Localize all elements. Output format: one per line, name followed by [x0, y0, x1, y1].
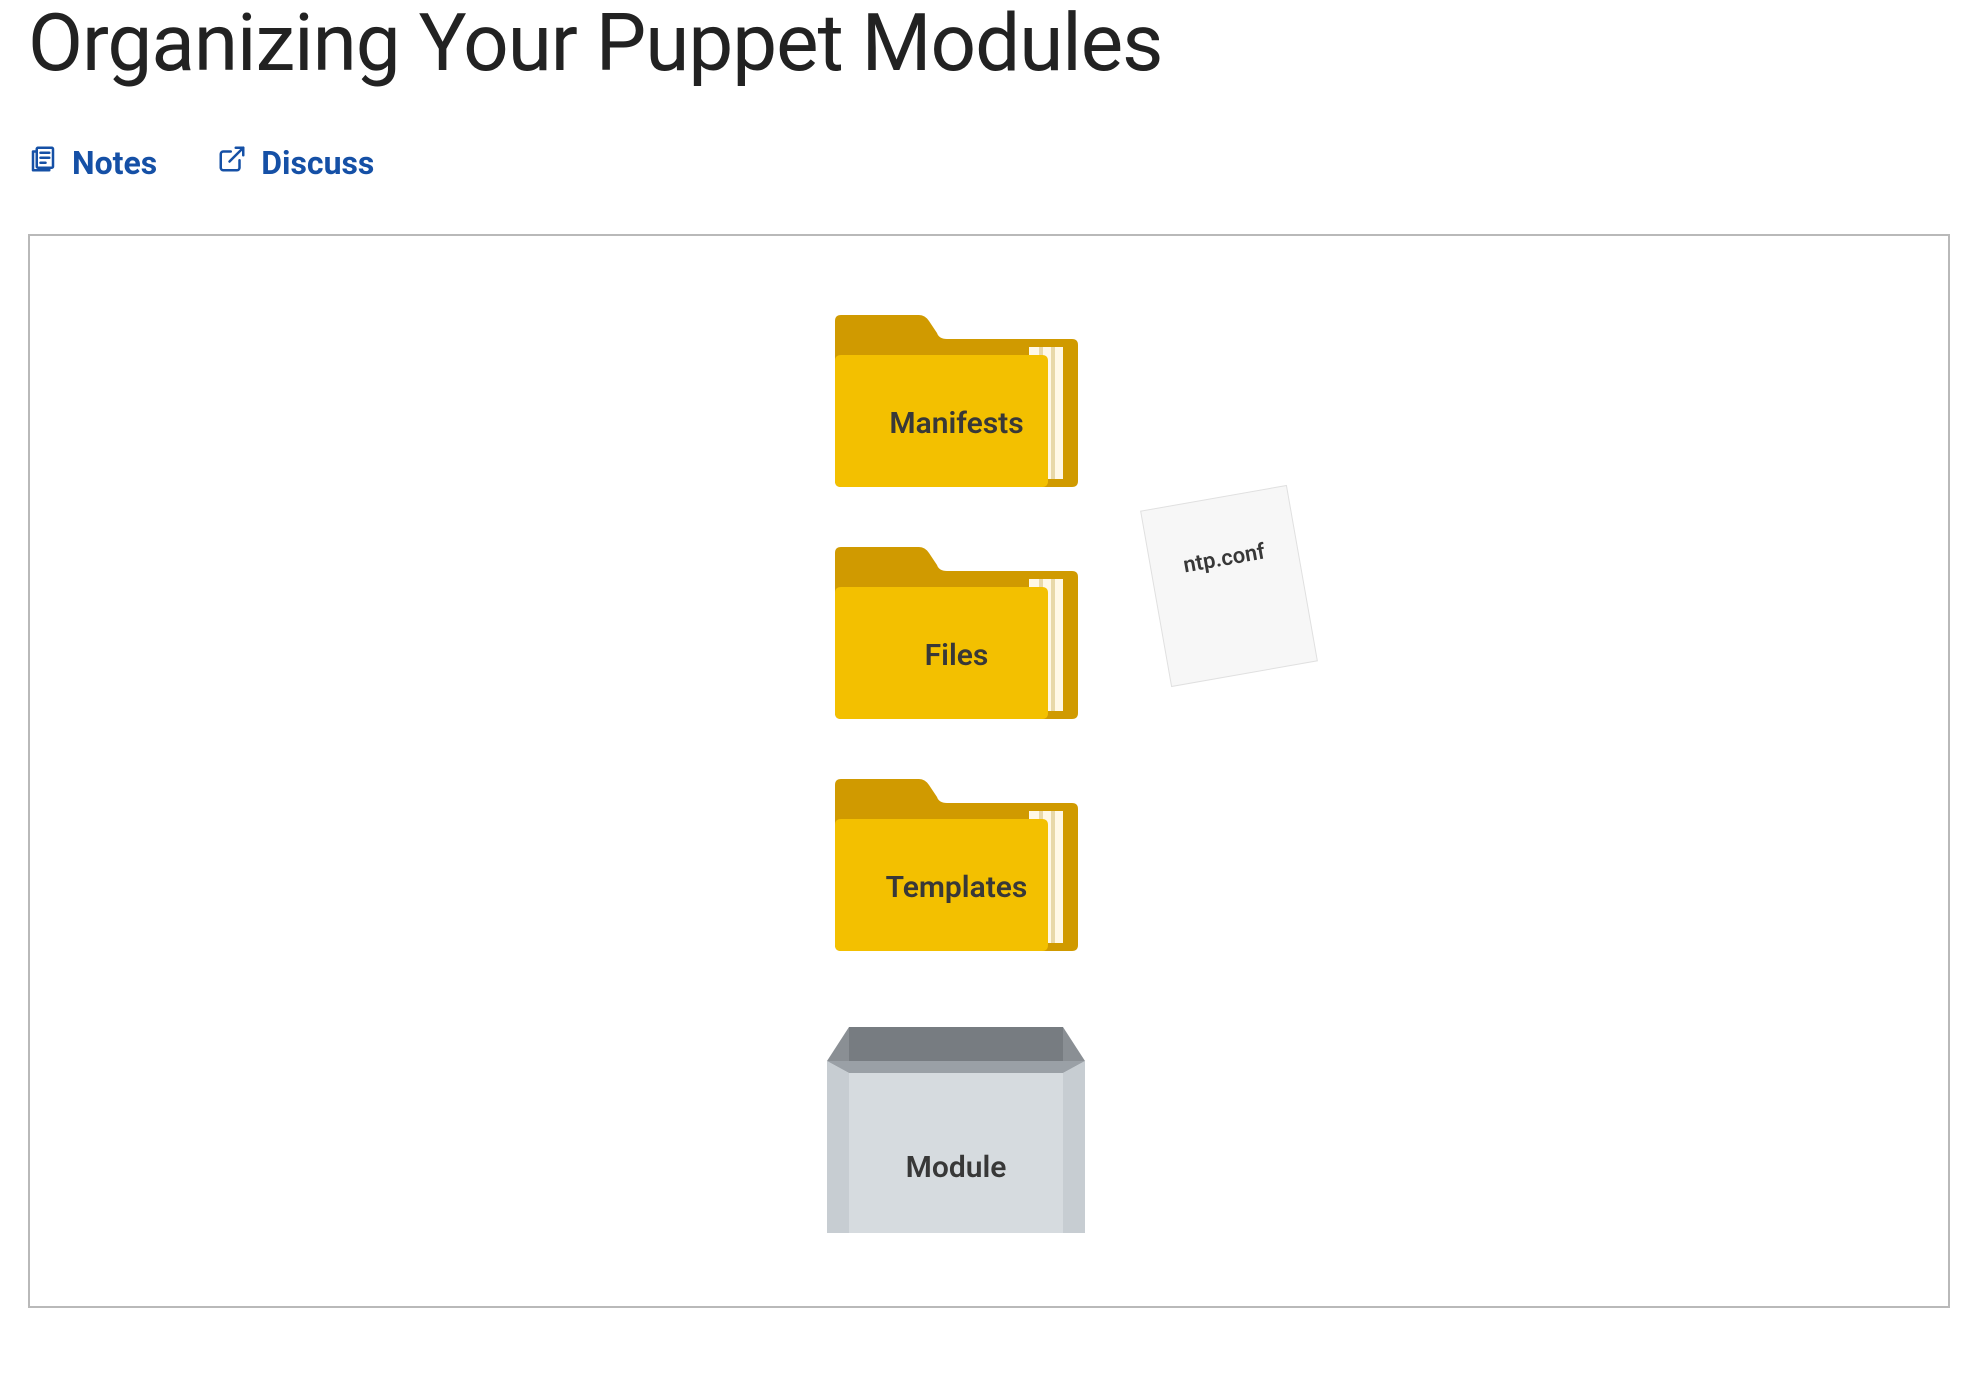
folder-files: Files [829, 543, 1084, 723]
file-ntp-conf: ntp.conf [1134, 479, 1325, 694]
folder-label: Manifests [829, 406, 1084, 441]
module-diagram: Manifests Files [639, 291, 1339, 1251]
module-box: Module [825, 1023, 1087, 1235]
folder-label: Files [829, 638, 1084, 673]
video-frame[interactable]: Manifests Files [28, 234, 1950, 1308]
notes-button[interactable]: Notes [28, 144, 157, 182]
page-title: Organizing Your Puppet Modules [28, 0, 1952, 90]
external-link-icon [217, 144, 247, 182]
folder-templates: Templates [829, 775, 1084, 955]
module-label: Module [825, 1150, 1087, 1185]
discuss-label: Discuss [261, 144, 374, 182]
notes-label: Notes [72, 144, 157, 182]
notes-icon [28, 144, 58, 182]
discuss-button[interactable]: Discuss [217, 144, 374, 182]
folder-label: Templates [829, 870, 1084, 905]
action-bar: Notes Discuss [28, 144, 1952, 182]
folder-manifests: Manifests [829, 311, 1084, 491]
